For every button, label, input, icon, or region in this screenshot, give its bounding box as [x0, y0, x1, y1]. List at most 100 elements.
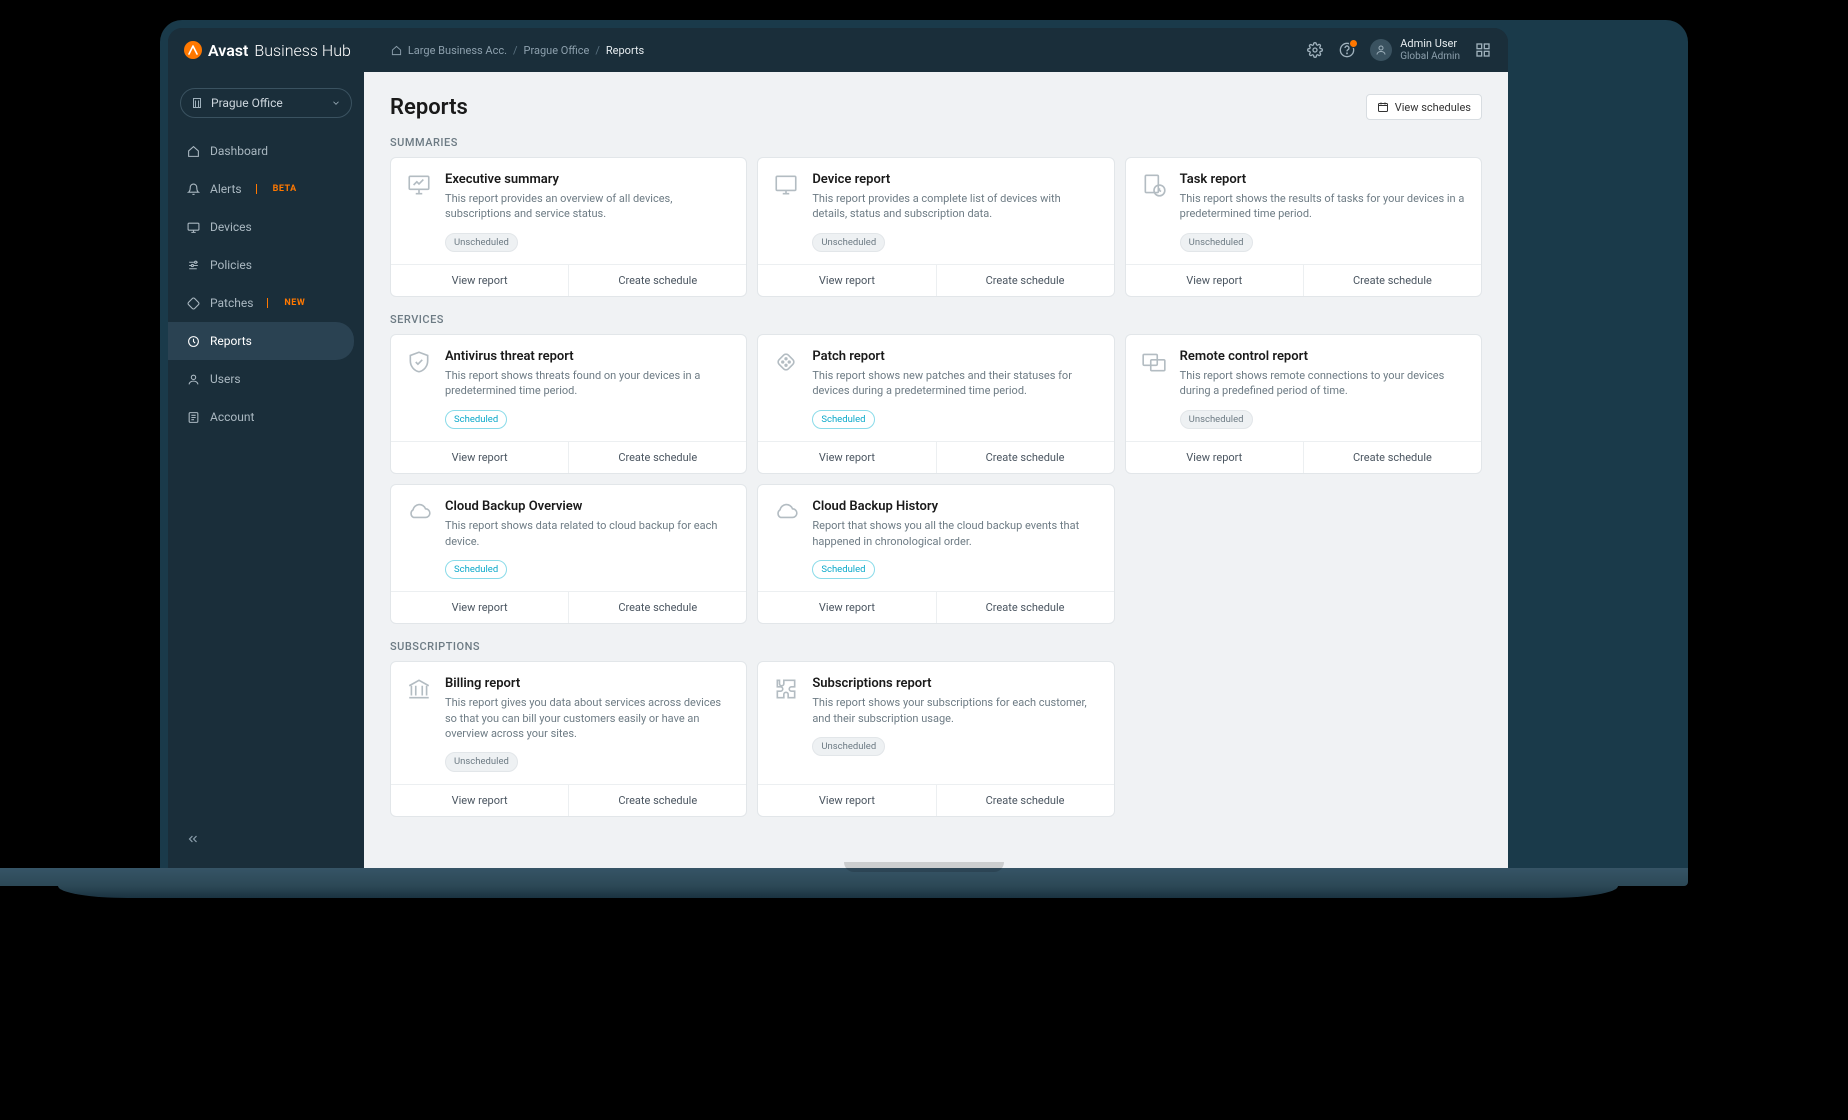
- nav-devices[interactable]: Devices: [168, 208, 354, 246]
- create-schedule-button[interactable]: Create schedule: [568, 592, 746, 623]
- status-pill: Unscheduled: [445, 752, 518, 771]
- chevron-down-icon: [331, 98, 341, 108]
- create-schedule-button[interactable]: Create schedule: [1303, 265, 1481, 296]
- cloud-icon: [772, 499, 800, 527]
- nav-dashboard[interactable]: Dashboard: [168, 132, 354, 170]
- settings-icon[interactable]: [1306, 41, 1324, 59]
- section-summaries-label: SUMMARIES: [390, 136, 1482, 149]
- avatar-icon: [1370, 39, 1392, 61]
- card-desc: This report provides a complete list of …: [812, 191, 1097, 222]
- view-report-button[interactable]: View report: [758, 592, 935, 623]
- status-pill: Scheduled: [812, 560, 874, 579]
- nav-reports[interactable]: Reports: [168, 322, 354, 360]
- card-desc: Report that shows you all the cloud back…: [812, 518, 1097, 549]
- user-name: Admin User: [1400, 38, 1460, 50]
- monitor-icon: [772, 172, 800, 200]
- card-desc: This report gives you data about service…: [445, 695, 730, 741]
- breadcrumb-separator: /: [595, 44, 600, 57]
- status-pill: Scheduled: [445, 410, 507, 429]
- create-schedule-button[interactable]: Create schedule: [568, 785, 746, 816]
- view-report-button[interactable]: View report: [391, 265, 568, 296]
- nav-account[interactable]: Account: [168, 398, 354, 436]
- view-report-button[interactable]: View report: [758, 785, 935, 816]
- divider: [256, 184, 257, 194]
- card-remote-control-report: Remote control report This report shows …: [1125, 334, 1482, 474]
- calendar-icon: [1377, 101, 1389, 113]
- card-title: Cloud Backup Overview: [445, 499, 730, 514]
- card-desc: This report shows your subscriptions for…: [812, 695, 1097, 726]
- user-role: Global Admin: [1400, 51, 1460, 62]
- nav-label: Policies: [210, 258, 252, 272]
- badge-beta: BETA: [273, 184, 297, 194]
- card-executive-summary: Executive summary This report provides a…: [390, 157, 747, 297]
- create-schedule-button[interactable]: Create schedule: [936, 265, 1114, 296]
- view-report-button[interactable]: View report: [391, 592, 568, 623]
- shield-icon: [405, 349, 433, 377]
- nav-label: Patches: [210, 296, 253, 310]
- view-report-button[interactable]: View report: [1126, 442, 1303, 473]
- user-icon: [186, 373, 200, 386]
- task-clock-icon: [1140, 172, 1168, 200]
- status-pill: Unscheduled: [445, 233, 518, 252]
- card-title: Subscriptions report: [812, 676, 1097, 691]
- card-desc: This report shows new patches and their …: [812, 368, 1097, 399]
- view-report-button[interactable]: View report: [758, 442, 935, 473]
- nav-label: Account: [210, 410, 254, 424]
- reports-icon: [186, 335, 200, 348]
- breadcrumb-account[interactable]: Large Business Acc.: [408, 44, 507, 57]
- breadcrumb-separator: /: [513, 44, 518, 57]
- sidebar: Prague Office Dashboard Alerts: [168, 72, 364, 868]
- nav-label: Dashboard: [210, 144, 268, 158]
- patch-icon: [186, 297, 200, 310]
- cloud-icon: [405, 499, 433, 527]
- home-icon: [186, 145, 200, 158]
- card-billing-report: Billing report This report gives you dat…: [390, 661, 747, 816]
- nav-users[interactable]: Users: [168, 360, 354, 398]
- account-icon: [186, 411, 200, 424]
- card-device-report: Device report This report provides a com…: [757, 157, 1114, 297]
- help-icon[interactable]: [1338, 41, 1356, 59]
- view-report-button[interactable]: View report: [391, 785, 568, 816]
- brand-logo: Avast Business Hub: [184, 41, 351, 60]
- card-cloud-backup-overview: Cloud Backup Overview This report shows …: [390, 484, 747, 624]
- card-title: Billing report: [445, 676, 730, 691]
- chevron-left-double-icon: [186, 832, 200, 846]
- card-title: Cloud Backup History: [812, 499, 1097, 514]
- collapse-sidebar-button[interactable]: [168, 822, 364, 856]
- grid-apps-icon[interactable]: [1474, 41, 1492, 59]
- building-icon: [191, 97, 203, 109]
- home-icon[interactable]: [391, 45, 402, 56]
- status-pill: Unscheduled: [1180, 410, 1253, 429]
- create-schedule-button[interactable]: Create schedule: [568, 265, 746, 296]
- nav-label: Devices: [210, 220, 252, 234]
- divider: [267, 298, 268, 308]
- create-schedule-button[interactable]: Create schedule: [936, 442, 1114, 473]
- site-selector[interactable]: Prague Office: [180, 88, 352, 118]
- patch-icon: [772, 349, 800, 377]
- view-report-button[interactable]: View report: [758, 265, 935, 296]
- card-title: Device report: [812, 172, 1097, 187]
- card-desc: This report shows data related to cloud …: [445, 518, 730, 549]
- brand-name-strong: Avast: [208, 41, 248, 60]
- view-schedules-button[interactable]: View schedules: [1366, 94, 1482, 120]
- card-desc: This report shows remote connections to …: [1180, 368, 1465, 399]
- nav-patches[interactable]: Patches NEW: [168, 284, 354, 322]
- nav-policies[interactable]: Policies: [168, 246, 354, 284]
- breadcrumb: Large Business Acc. / Prague Office / Re…: [391, 44, 644, 57]
- nav-alerts[interactable]: Alerts BETA: [168, 170, 354, 208]
- bank-icon: [405, 676, 433, 704]
- create-schedule-button[interactable]: Create schedule: [568, 442, 746, 473]
- card-desc: This report shows threats found on your …: [445, 368, 730, 399]
- card-title: Executive summary: [445, 172, 730, 187]
- user-menu[interactable]: Admin User Global Admin: [1370, 38, 1460, 61]
- breadcrumb-site[interactable]: Prague Office: [524, 44, 590, 57]
- create-schedule-button[interactable]: Create schedule: [1303, 442, 1481, 473]
- view-report-button[interactable]: View report: [1126, 265, 1303, 296]
- create-schedule-button[interactable]: Create schedule: [936, 592, 1114, 623]
- card-patch-report: Patch report This report shows new patch…: [757, 334, 1114, 474]
- create-schedule-button[interactable]: Create schedule: [936, 785, 1114, 816]
- status-pill: Scheduled: [812, 410, 874, 429]
- view-report-button[interactable]: View report: [391, 442, 568, 473]
- card-cloud-backup-history: Cloud Backup History Report that shows y…: [757, 484, 1114, 624]
- sliders-icon: [186, 259, 200, 272]
